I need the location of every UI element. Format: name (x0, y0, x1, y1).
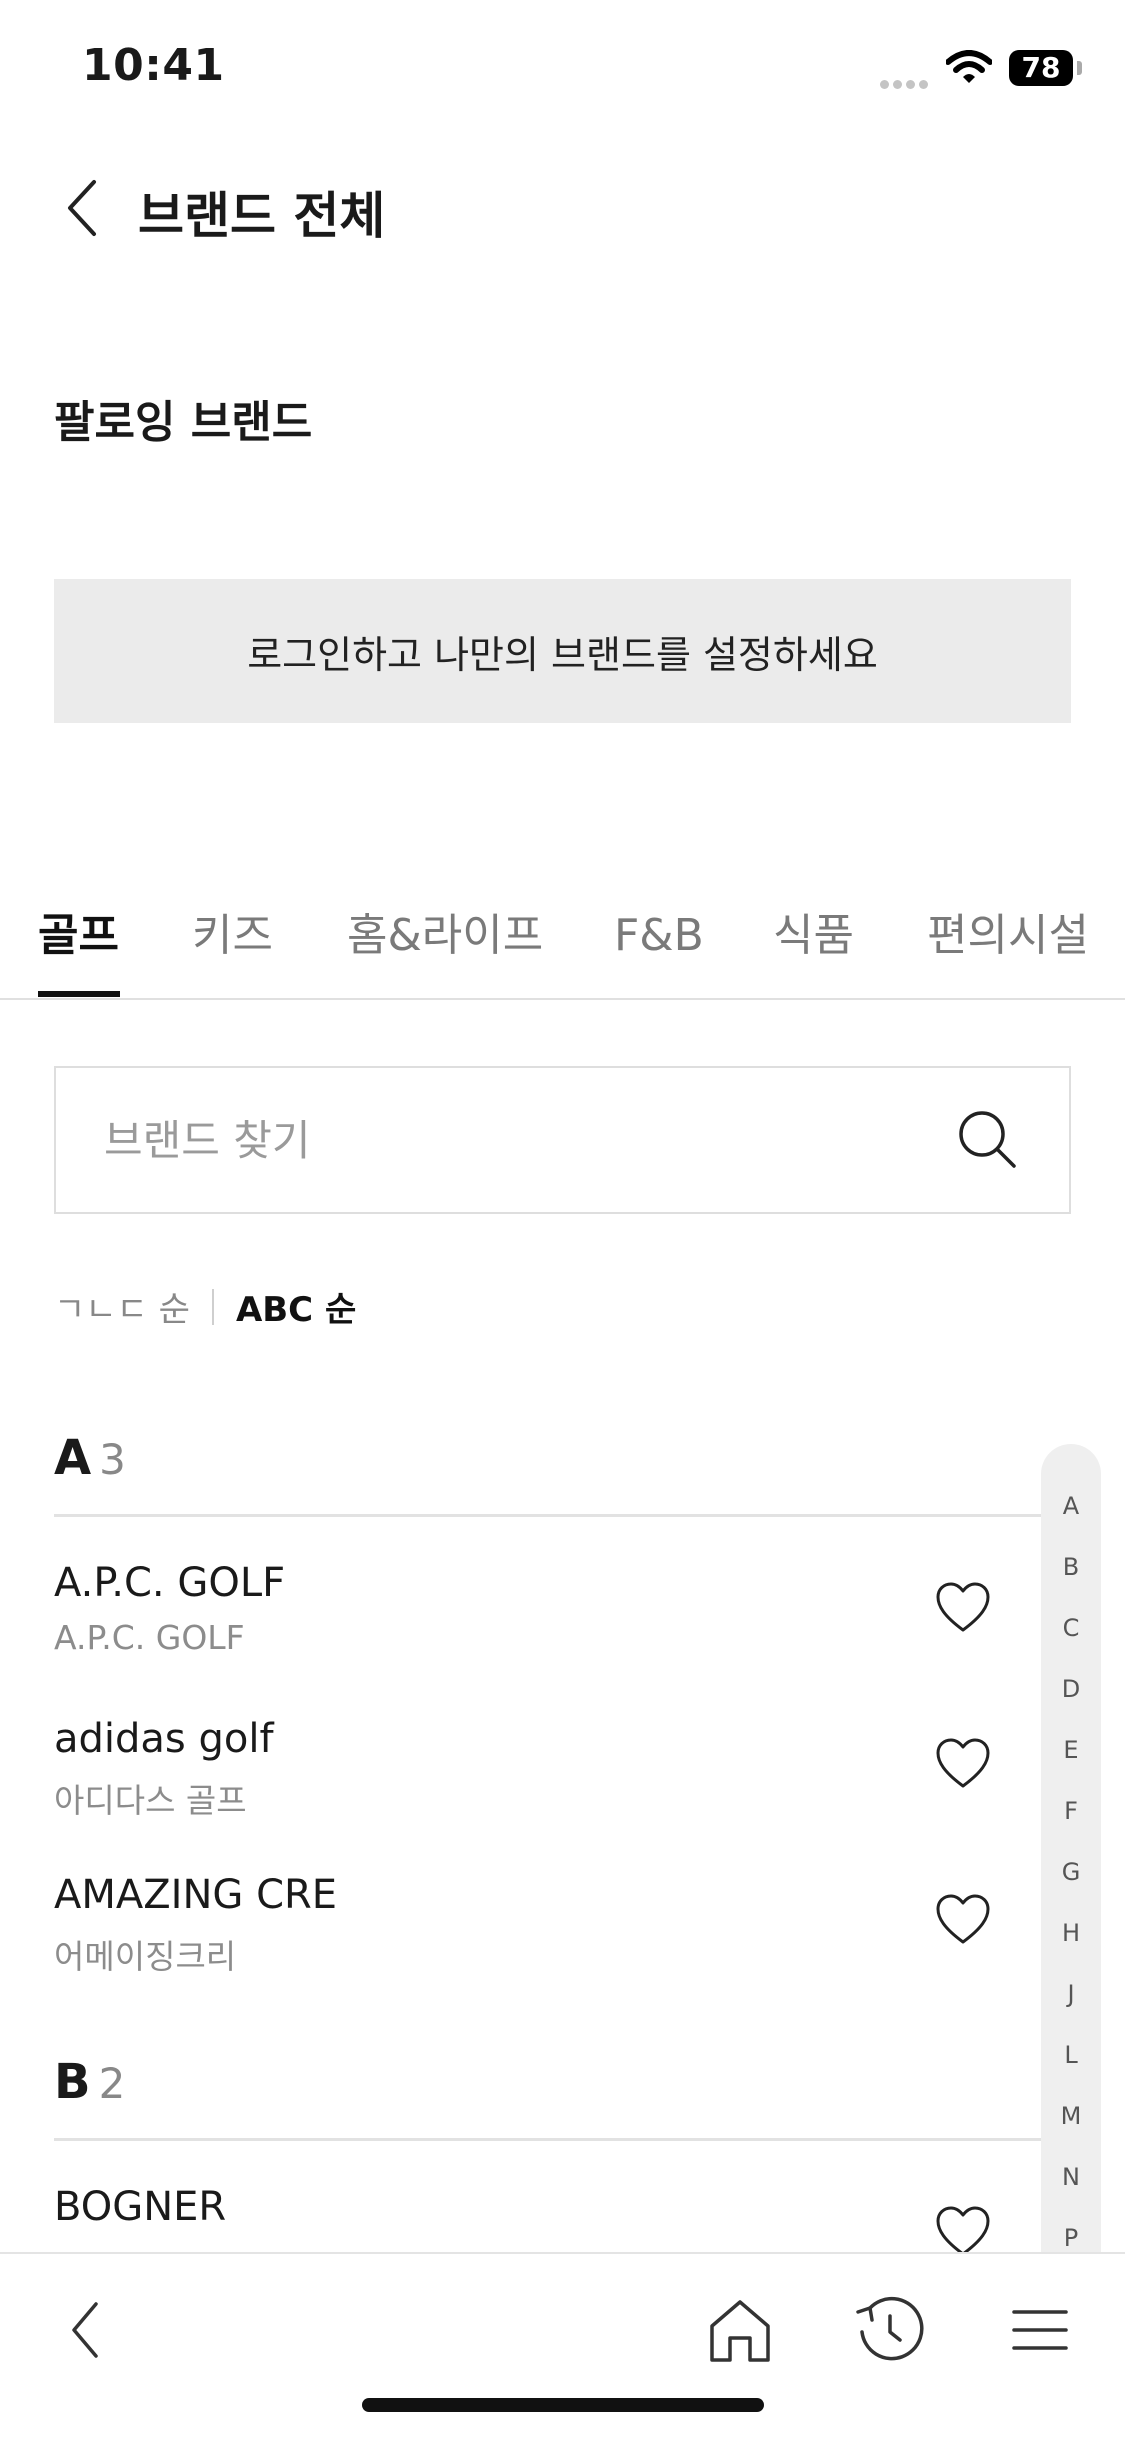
index-letter-j[interactable]: J (1041, 1980, 1101, 2008)
brand-search-input[interactable] (104, 1068, 924, 1212)
group-header-a: A3 (54, 1430, 126, 1486)
group-divider (54, 1514, 1071, 1517)
index-letter-b[interactable]: B (1041, 1553, 1101, 1581)
group-count: 3 (99, 1435, 126, 1484)
index-letter-m[interactable]: M (1041, 2102, 1101, 2130)
brand-name[interactable]: A.P.C. GOLF (54, 1560, 285, 1606)
category-tabs: 골프 키즈 홈&라이프 F&B 식품 편의시설 (0, 908, 1125, 1000)
brand-subtitle: 아디다스 골프 (54, 1781, 247, 1820)
history-icon[interactable] (852, 2294, 928, 2370)
back-chevron-icon[interactable] (62, 178, 102, 242)
brand-name[interactable]: BOGNER (54, 2184, 226, 2230)
index-letter-p[interactable]: P (1041, 2224, 1101, 2252)
battery-cap (1077, 61, 1082, 75)
brand-name[interactable]: AMAZING CRE (54, 1872, 337, 1918)
home-icon[interactable] (704, 2294, 776, 2370)
hamburger-menu-icon[interactable] (1010, 2294, 1070, 2370)
sort-korean-option[interactable]: ㄱㄴㄷ 순 (54, 1282, 190, 1331)
tab-fnb[interactable]: F&B (614, 908, 704, 964)
alphabet-index-bar[interactable]: A B C D E F G H J L M N P (1041, 1444, 1101, 2264)
home-indicator (362, 2398, 764, 2412)
login-prompt-button[interactable]: 로그인하고 나만의 브랜드를 설정하세요 (54, 579, 1071, 723)
tab-kids[interactable]: 키즈 (192, 908, 273, 964)
group-header-b: B2 (54, 2054, 125, 2110)
group-count: 2 (98, 2059, 126, 2108)
nav-back-icon[interactable] (62, 2294, 108, 2370)
wifi-icon (945, 50, 993, 88)
tab-golf[interactable]: 골프 (38, 908, 119, 964)
heart-icon[interactable] (934, 1736, 992, 1794)
heart-icon[interactable] (934, 1580, 992, 1638)
search-box (54, 1066, 1071, 1214)
index-letter-n[interactable]: N (1041, 2163, 1101, 2191)
tab-home-life[interactable]: 홈&라이프 (347, 908, 543, 964)
page-title: 브랜드 전체 (138, 187, 386, 245)
index-letter-h[interactable]: H (1041, 1919, 1101, 1947)
index-letter-d[interactable]: D (1041, 1675, 1101, 1703)
index-letter-f[interactable]: F (1041, 1797, 1101, 1825)
index-letter-c[interactable]: C (1041, 1614, 1101, 1642)
brand-subtitle: A.P.C. GOLF (54, 1618, 245, 1657)
index-letter-e[interactable]: E (1041, 1736, 1101, 1764)
signal-icon (880, 74, 932, 93)
search-icon[interactable] (956, 1108, 1020, 1176)
sort-divider (211, 1288, 214, 1325)
group-letter: B (54, 2054, 91, 2110)
following-section-title: 팔로잉 브랜드 (54, 397, 313, 448)
index-letter-a[interactable]: A (1041, 1492, 1101, 1520)
index-letter-g[interactable]: G (1041, 1858, 1101, 1886)
brand-name[interactable]: adidas golf (54, 1716, 274, 1762)
battery-icon: 78 (1009, 50, 1073, 86)
active-tab-indicator (38, 991, 120, 997)
tab-food[interactable]: 식품 (773, 908, 854, 964)
sort-abc-option[interactable]: ABC 순 (236, 1282, 356, 1331)
sort-toggle: ㄱㄴㄷ 순 ABC 순 (54, 1282, 356, 1331)
status-time: 10:41 (82, 40, 225, 91)
group-letter: A (54, 1430, 92, 1486)
tab-facilities[interactable]: 편의시설 (927, 908, 1089, 964)
group-divider (54, 2138, 1071, 2141)
heart-icon[interactable] (934, 1892, 992, 1950)
brand-subtitle: 어메이징크리 (54, 1937, 237, 1976)
index-letter-l[interactable]: L (1041, 2041, 1101, 2069)
